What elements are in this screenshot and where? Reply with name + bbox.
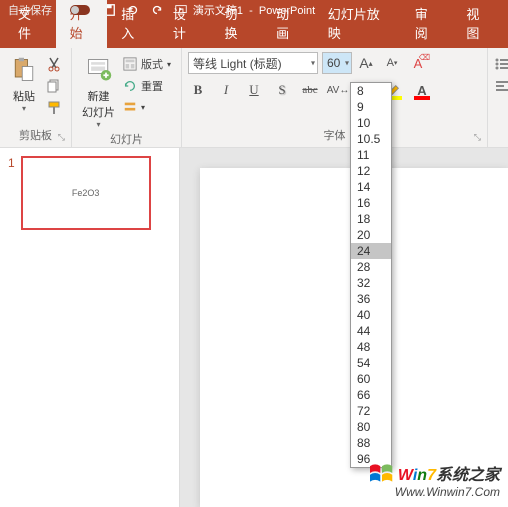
paste-button[interactable]: 粘贴 ▾ [6, 52, 42, 115]
strikethrough-button[interactable]: abc [300, 80, 320, 100]
slide-thumbnail[interactable]: 1 Fe2O3 [8, 156, 171, 230]
bold-button[interactable]: B [188, 80, 208, 100]
font-size-dropdown[interactable]: 891010.511121416182024283236404448546066… [350, 82, 392, 468]
font-size-option[interactable]: 48 [351, 339, 391, 355]
font-size-option[interactable]: 28 [351, 259, 391, 275]
chevron-down-icon: ▾ [311, 59, 315, 68]
watermark-url: Www.Winwin7.Com [368, 485, 500, 499]
tab-insert[interactable]: 插入 [107, 0, 159, 48]
watermark-brand: Win7系统之家 [398, 461, 500, 485]
windows-logo-icon [368, 461, 396, 485]
font-size-option[interactable]: 18 [351, 211, 391, 227]
document-title: 演示文稿1 - PowerPoint [193, 2, 315, 18]
copy-icon[interactable] [46, 78, 62, 94]
paste-icon [10, 54, 38, 86]
font-size-option[interactable]: 60 [351, 371, 391, 387]
font-size-option[interactable]: 88 [351, 435, 391, 451]
slide-number: 1 [8, 156, 15, 230]
font-size-option[interactable]: 16 [351, 195, 391, 211]
toggle-switch-icon [70, 5, 90, 15]
font-size-option[interactable]: 80 [351, 419, 391, 435]
tab-view[interactable]: 视图 [452, 0, 504, 48]
tab-slideshow[interactable]: 幻灯片放映 [314, 0, 401, 48]
paragraph-group [488, 48, 508, 147]
new-slide-button[interactable]: 新建 幻灯片▾ [78, 52, 119, 131]
font-size-option[interactable]: 11 [351, 147, 391, 163]
workspace: 1 Fe2O3 [0, 148, 508, 507]
clear-formatting-icon[interactable]: A⌫ [408, 53, 428, 73]
new-slide-icon [85, 54, 113, 86]
section-button[interactable]: ▾ [123, 100, 171, 114]
decrease-font-icon[interactable]: A▾ [382, 53, 402, 73]
tab-review[interactable]: 审阅 [401, 0, 453, 48]
bullets-icon[interactable] [494, 56, 508, 72]
font-size-option[interactable]: 44 [351, 323, 391, 339]
font-name-combo[interactable]: 等线 Light (标题) ▾ [188, 52, 318, 74]
section-icon [123, 100, 137, 114]
tab-file[interactable]: 文件 [4, 0, 56, 48]
underline-button[interactable]: U [244, 80, 264, 100]
font-launcher-icon[interactable]: ⤡ [474, 132, 481, 143]
font-size-option[interactable]: 12 [351, 163, 391, 179]
font-size-option[interactable]: 66 [351, 387, 391, 403]
slide-preview: Fe2O3 [21, 156, 151, 230]
font-size-option[interactable]: 54 [351, 355, 391, 371]
font-size-combo[interactable]: 60 ▾ [322, 52, 352, 74]
font-size-option[interactable]: 32 [351, 275, 391, 291]
font-size-option[interactable]: 20 [351, 227, 391, 243]
font-color-button[interactable]: A [412, 80, 432, 100]
layout-button[interactable]: 版式▾ [123, 56, 171, 72]
font-size-option[interactable]: 36 [351, 291, 391, 307]
thumbnail-panel: 1 Fe2O3 [0, 148, 180, 507]
font-size-option[interactable]: 24 [351, 243, 391, 259]
font-size-option[interactable]: 10 [351, 115, 391, 131]
reset-icon [123, 79, 137, 93]
clipboard-launcher-icon[interactable]: ⤡ [58, 132, 65, 143]
font-size-option[interactable]: 72 [351, 403, 391, 419]
slides-group: 新建 幻灯片▾ 版式▾ 重置 ▾ 幻灯片 [72, 48, 182, 147]
font-group: 等线 Light (标题) ▾ 60 ▾ A▴ A▾ A⌫ B I [182, 48, 488, 147]
ribbon: 粘贴 ▾ 剪贴板 ⤡ [0, 48, 508, 148]
font-size-option[interactable]: 10.5 [351, 131, 391, 147]
cut-icon[interactable] [46, 56, 62, 72]
align-icon[interactable] [494, 78, 508, 94]
format-painter-icon[interactable] [46, 100, 62, 116]
reset-button[interactable]: 重置 [123, 78, 171, 94]
layout-icon [123, 57, 137, 71]
increase-font-icon[interactable]: A▴ [356, 53, 376, 73]
chevron-down-icon: ▾ [345, 59, 349, 68]
clipboard-group: 粘贴 ▾ 剪贴板 ⤡ [0, 48, 72, 147]
slides-group-label: 幻灯片 [78, 131, 175, 149]
font-group-label: 字体 ⤡ [188, 127, 481, 145]
shadow-button[interactable]: S [272, 80, 292, 100]
italic-button[interactable]: I [216, 80, 236, 100]
clipboard-group-label: 剪贴板 ⤡ [6, 127, 65, 145]
watermark: Win7系统之家 Www.Winwin7.Com [368, 461, 500, 499]
char-spacing-button[interactable]: AV↔ [328, 80, 348, 100]
ribbon-tabs: 文件 开始 插入 设计 切换 动画 幻灯片放映 审阅 视图 [0, 20, 508, 48]
font-size-option[interactable]: 40 [351, 307, 391, 323]
font-size-option[interactable]: 14 [351, 179, 391, 195]
slide-editor-area[interactable] [180, 148, 508, 507]
font-size-option[interactable]: 9 [351, 99, 391, 115]
font-size-option[interactable]: 8 [351, 83, 391, 99]
